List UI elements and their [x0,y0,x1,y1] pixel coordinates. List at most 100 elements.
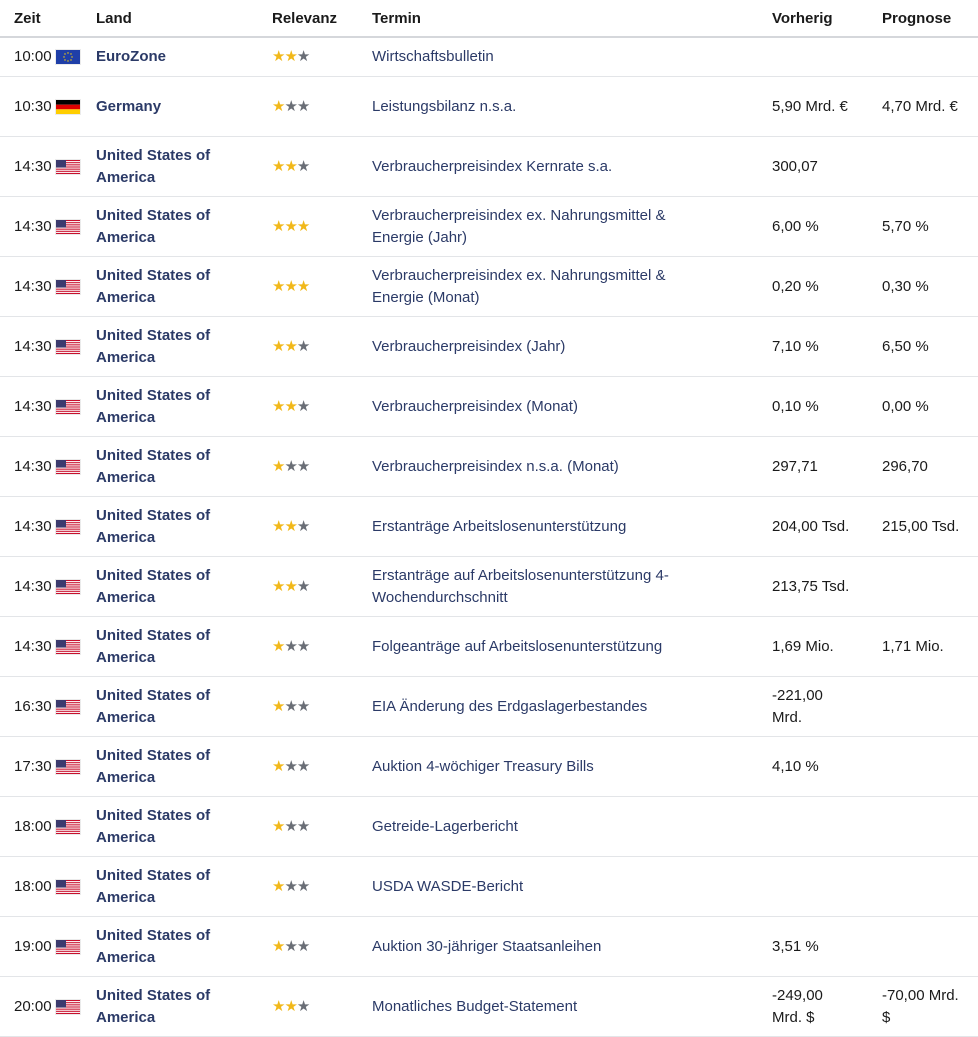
cell-land[interactable]: United States of America [96,377,272,437]
cell-termin[interactable]: Erstanträge Arbeitslosenunterstützung [372,497,772,557]
cell-termin[interactable]: Verbraucherpreisindex Kernrate s.a. [372,137,772,197]
event-link[interactable]: Erstanträge Arbeitslosenunterstützung [372,516,712,538]
cell-land[interactable]: Germany [96,77,272,137]
country-link[interactable]: United States of America [96,745,236,789]
cell-relevanz: ★★★ [272,257,372,317]
cell-termin[interactable]: Monatliches Budget-Statement [372,977,772,1037]
country-link[interactable]: United States of America [96,985,236,1029]
cell-termin[interactable]: Verbraucherpreisindex ex. Nahrungsmittel… [372,197,772,257]
cell-land[interactable]: United States of America [96,917,272,977]
table-row[interactable]: 14:30 United States of America ★★★ Verbrauc… [0,317,978,377]
country-link[interactable]: Germany [96,96,236,118]
table-row[interactable]: 18:00 United States of America ★★★ USDA WAS… [0,857,978,917]
event-link[interactable]: Verbraucherpreisindex Kernrate s.a. [372,156,712,178]
table-row[interactable]: 14:30 United States of America ★★★ Verbrauc… [0,437,978,497]
country-link[interactable]: United States of America [96,505,236,549]
event-link[interactable]: Auktion 30-jähriger Staatsanleihen [372,936,712,958]
country-link[interactable]: United States of America [96,865,236,909]
event-link[interactable]: EIA Änderung des Erdgaslagerbestandes [372,696,712,718]
country-link[interactable]: United States of America [96,445,236,489]
cell-termin[interactable]: EIA Änderung des Erdgaslagerbestandes [372,677,772,737]
cell-land[interactable]: United States of America [96,677,272,737]
table-row[interactable]: 14:30 United States of America ★★★ Verbrauc… [0,257,978,317]
us-flag-icon [56,519,80,534]
event-link[interactable]: Verbraucherpreisindex ex. Nahrungsmittel… [372,265,712,309]
relevance-stars: ★★★ [272,876,310,898]
event-link[interactable]: Getreide-Lagerbericht [372,816,712,838]
cell-termin[interactable]: Verbraucherpreisindex n.s.a. (Monat) [372,437,772,497]
cell-land[interactable]: United States of America [96,317,272,377]
cell-land[interactable]: United States of America [96,497,272,557]
cell-termin[interactable]: Verbraucherpreisindex ex. Nahrungsmittel… [372,257,772,317]
header-prognose[interactable]: Prognose [882,0,978,38]
cell-land[interactable]: United States of America [96,257,272,317]
cell-termin[interactable]: Folgeanträge auf Arbeitslosenunterstützu… [372,617,772,677]
cell-termin[interactable]: Verbraucherpreisindex (Monat) [372,377,772,437]
table-row[interactable]: 14:30 United States of America ★★★ Folgeant… [0,617,978,677]
country-link[interactable]: EuroZone [96,46,236,68]
cell-prognose [882,137,978,197]
event-link[interactable]: Auktion 4-wöchiger Treasury Bills [372,756,712,778]
cell-land[interactable]: United States of America [96,737,272,797]
event-link[interactable]: Leistungsbilanz n.s.a. [372,96,712,118]
event-link[interactable]: Monatliches Budget-Statement [372,996,712,1018]
cell-land[interactable]: United States of America [96,617,272,677]
cell-termin[interactable]: Leistungsbilanz n.s.a. [372,77,772,137]
cell-land[interactable]: United States of America [96,857,272,917]
table-row[interactable]: 10:00 EuroZone ★★★ Wirtschaftsbulletin [0,37,978,77]
table-row[interactable]: 10:30 Germany ★★★ Leistungsbilanz n.s.a. 5,9… [0,77,978,137]
country-link[interactable]: United States of America [96,805,236,849]
country-link[interactable]: United States of America [96,205,236,249]
cell-flag [56,737,96,797]
cell-termin[interactable]: USDA WASDE-Bericht [372,857,772,917]
header-land[interactable]: Land [96,0,272,38]
cell-land[interactable]: United States of America [96,797,272,857]
table-row[interactable]: 14:30 United States of America ★★★ Verbrauc… [0,137,978,197]
event-link[interactable]: USDA WASDE-Bericht [372,876,712,898]
country-link[interactable]: United States of America [96,565,236,609]
event-link[interactable]: Verbraucherpreisindex n.s.a. (Monat) [372,456,712,478]
cell-land[interactable]: United States of America [96,197,272,257]
cell-termin[interactable]: Getreide-Lagerbericht [372,797,772,857]
table-row[interactable]: 19:00 United States of America ★★★ Auktion … [0,917,978,977]
country-link[interactable]: United States of America [96,625,236,669]
cell-termin[interactable]: Erstanträge auf Arbeitslosenunterstützun… [372,557,772,617]
table-row[interactable]: 18:00 United States of America ★★★ Getreide… [0,797,978,857]
event-link[interactable]: Verbraucherpreisindex (Monat) [372,396,712,418]
event-link[interactable]: Folgeanträge auf Arbeitslosenunterstützu… [372,636,712,658]
cell-termin[interactable]: Wirtschaftsbulletin [372,37,772,77]
cell-termin[interactable]: Auktion 4-wöchiger Treasury Bills [372,737,772,797]
star-icon: ★ [284,577,297,595]
cell-land[interactable]: United States of America [96,557,272,617]
country-link[interactable]: United States of America [96,145,236,189]
country-link[interactable]: United States of America [96,385,236,429]
table-row[interactable]: 16:30 United States of America ★★★ EIA Ände… [0,677,978,737]
country-link[interactable]: United States of America [96,265,236,309]
table-row[interactable]: 17:30 United States of America ★★★ Auktion … [0,737,978,797]
table-row[interactable]: 14:30 United States of America ★★★ Erstantr… [0,557,978,617]
cell-vorherig: -249,00 Mrd. $ [772,977,882,1037]
cell-termin[interactable]: Verbraucherpreisindex (Jahr) [372,317,772,377]
cell-termin[interactable]: Auktion 30-jähriger Staatsanleihen [372,917,772,977]
header-relevanz[interactable]: Relevanz [272,0,372,38]
header-termin[interactable]: Termin [372,0,772,38]
table-row[interactable]: 20:00 United States of America ★★★ Monatlic… [0,977,978,1037]
table-row[interactable]: 14:30 United States of America ★★★ Verbrauc… [0,197,978,257]
star-icon: ★ [272,397,285,415]
cell-land[interactable]: EuroZone [96,37,272,77]
table-row[interactable]: 14:30 United States of America ★★★ Verbrauc… [0,377,978,437]
event-link[interactable]: Verbraucherpreisindex ex. Nahrungsmittel… [372,205,712,249]
cell-land[interactable]: United States of America [96,977,272,1037]
cell-land[interactable]: United States of America [96,137,272,197]
table-row[interactable]: 14:30 United States of America ★★★ Erstantr… [0,497,978,557]
cell-prognose: 0,00 % [882,377,978,437]
event-link[interactable]: Verbraucherpreisindex (Jahr) [372,336,712,358]
country-link[interactable]: United States of America [96,325,236,369]
country-link[interactable]: United States of America [96,925,236,969]
cell-land[interactable]: United States of America [96,437,272,497]
event-link[interactable]: Erstanträge auf Arbeitslosenunterstützun… [372,565,712,609]
event-link[interactable]: Wirtschaftsbulletin [372,46,712,68]
header-vorherig[interactable]: Vorherig [772,0,882,38]
header-zeit[interactable]: Zeit [0,0,56,38]
country-link[interactable]: United States of America [96,685,236,729]
